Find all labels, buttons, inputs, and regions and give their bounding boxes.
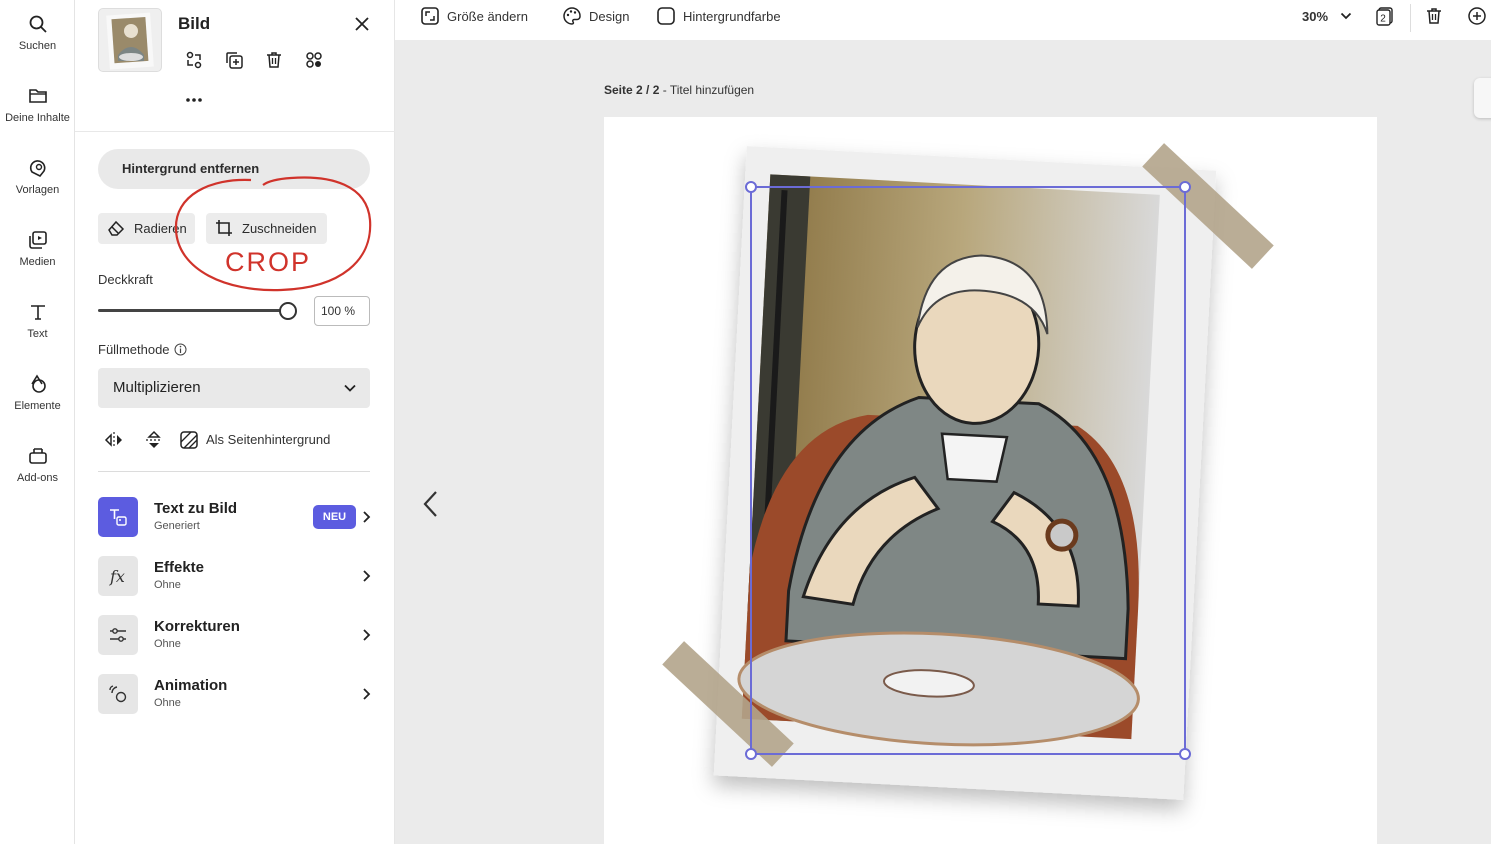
opacity-slider-track[interactable] — [98, 309, 288, 312]
add-page-title-button[interactable]: Titel hinzufügen — [670, 83, 754, 97]
feature-adjustments[interactable]: Korrekturen Ohne — [98, 615, 373, 655]
adjustments-icon — [110, 628, 126, 642]
chevron-right-icon — [363, 511, 371, 523]
page-number: Seite 2 / 2 — [604, 83, 660, 97]
chevron-down-icon[interactable] — [1340, 10, 1352, 22]
divider — [75, 131, 395, 132]
flip-vertical-icon[interactable] — [144, 430, 164, 450]
feature-subtitle: Ohne — [154, 697, 181, 709]
arrange-icon[interactable] — [304, 50, 324, 70]
rail-item-search[interactable]: Suchen — [0, 14, 75, 52]
delete-page-icon[interactable] — [1424, 6, 1444, 26]
feature-title: Animation — [154, 677, 228, 694]
panel-title: Bild — [178, 14, 211, 33]
chevron-right-icon — [363, 688, 371, 700]
page-label: Seite 2 / 2 - Titel hinzufügen — [604, 83, 754, 97]
svg-text:fx: fx — [109, 567, 125, 586]
blend-mode-value: Multiplizieren — [113, 379, 201, 396]
rail-item-label: Medien — [19, 256, 56, 268]
folder-icon — [28, 89, 47, 103]
opacity-input[interactable]: 100 % — [314, 296, 370, 326]
next-page-thumbnail[interactable] — [1474, 78, 1491, 118]
feature-text-to-image[interactable]: Text zu Bild Generiert NEU — [98, 497, 373, 537]
rail-item-label: Elemente — [14, 400, 61, 412]
background-color-label: Hintergrundfarbe — [683, 9, 781, 24]
divider — [98, 471, 370, 472]
design-button[interactable]: Design — [562, 6, 642, 28]
search-icon — [29, 15, 47, 33]
page-label-separator: - — [659, 83, 670, 97]
addons-icon — [28, 448, 47, 464]
animation-icon — [109, 685, 127, 703]
feature-icon-tile: fx — [98, 556, 138, 596]
feature-icon-tile — [98, 674, 138, 714]
flip-horizontal-icon[interactable] — [104, 430, 124, 450]
delete-icon[interactable] — [264, 50, 284, 70]
feature-subtitle: Ohne — [154, 638, 181, 650]
more-options-icon[interactable] — [184, 90, 204, 110]
rail-item-label: Add-ons — [17, 472, 58, 484]
rail-item-label: Text — [27, 328, 48, 340]
set-as-page-background-button[interactable]: Als Seitenhintergrund — [206, 432, 330, 447]
blend-mode-select[interactable]: Multiplizieren — [98, 368, 370, 408]
opacity-label: Deckkraft — [98, 272, 153, 287]
divider — [1410, 4, 1411, 32]
info-icon[interactable] — [174, 343, 187, 356]
rail-item-addons[interactable]: Add-ons — [0, 446, 75, 484]
feature-title: Effekte — [154, 559, 205, 576]
image-properties-panel: Bild Hintergrund entfernen Radieren Zusc… — [75, 0, 395, 844]
text-to-image-icon — [110, 509, 127, 526]
rail-item-label: Suchen — [18, 40, 57, 52]
rail-item-your-content[interactable]: Deine Inhalte — [0, 86, 75, 124]
feature-title: Korrekturen — [154, 618, 240, 635]
blend-mode-label: Füllmethode — [98, 342, 170, 357]
opacity-slider-handle[interactable] — [279, 302, 297, 320]
text-icon — [30, 305, 45, 320]
rail-item-elements[interactable]: Elemente — [0, 374, 75, 412]
chevron-down-icon — [344, 384, 356, 392]
rail-item-templates[interactable]: Vorlagen — [0, 158, 75, 196]
feature-subtitle: Generiert — [154, 520, 200, 532]
rail-item-label: Vorlagen — [15, 184, 60, 196]
media-icon — [28, 231, 47, 249]
feature-subtitle: Ohne — [154, 579, 181, 591]
feature-icon-tile — [98, 615, 138, 655]
add-page-icon[interactable] — [1467, 6, 1487, 26]
pages-count: 2 — [1380, 14, 1386, 25]
zoom-level[interactable]: 30% — [1302, 9, 1328, 24]
fx-icon: fx — [109, 567, 125, 586]
crop-annotation-circle: CROP — [174, 176, 372, 292]
left-rail: Suchen Deine Inhalte Vorlagen Medien Tex… — [0, 0, 75, 844]
page-background-icon — [180, 431, 198, 449]
rail-item-text[interactable]: Text — [0, 302, 75, 340]
crop-annotation-text: CROP — [225, 247, 311, 277]
chevron-right-icon — [363, 629, 371, 641]
pages-icon[interactable]: 2 — [1375, 6, 1395, 26]
new-badge: NEU — [313, 505, 356, 529]
elements-icon — [30, 374, 46, 393]
resize-button[interactable]: Größe ändern — [420, 6, 540, 28]
background-color-button[interactable]: Hintergrundfarbe — [656, 6, 796, 28]
feature-title: Text zu Bild — [154, 500, 238, 517]
eraser-icon — [108, 220, 125, 236]
resize-label: Größe ändern — [447, 9, 528, 24]
feature-icon-tile — [98, 497, 138, 537]
color-swatch-icon — [657, 7, 675, 25]
templates-icon — [29, 160, 45, 178]
rail-item-label: Deine Inhalte — [5, 112, 70, 124]
page-canvas[interactable] — [604, 117, 1377, 844]
replace-icon[interactable] — [184, 50, 204, 70]
duplicate-icon[interactable] — [224, 50, 244, 70]
image-thumbnail[interactable] — [98, 8, 162, 72]
top-toolbar: Größe ändern Design Hintergrundfarbe 30%… — [395, 0, 1491, 40]
rail-item-media[interactable]: Medien — [0, 230, 75, 268]
palette-icon — [563, 7, 581, 25]
close-icon[interactable] — [352, 14, 372, 34]
chevron-right-icon — [363, 570, 371, 582]
chevron-left-icon[interactable] — [421, 490, 441, 518]
design-label: Design — [589, 9, 630, 24]
feature-animation[interactable]: Animation Ohne — [98, 674, 373, 714]
resize-icon — [421, 7, 439, 25]
feature-effects[interactable]: fx Effekte Ohne — [98, 556, 373, 596]
